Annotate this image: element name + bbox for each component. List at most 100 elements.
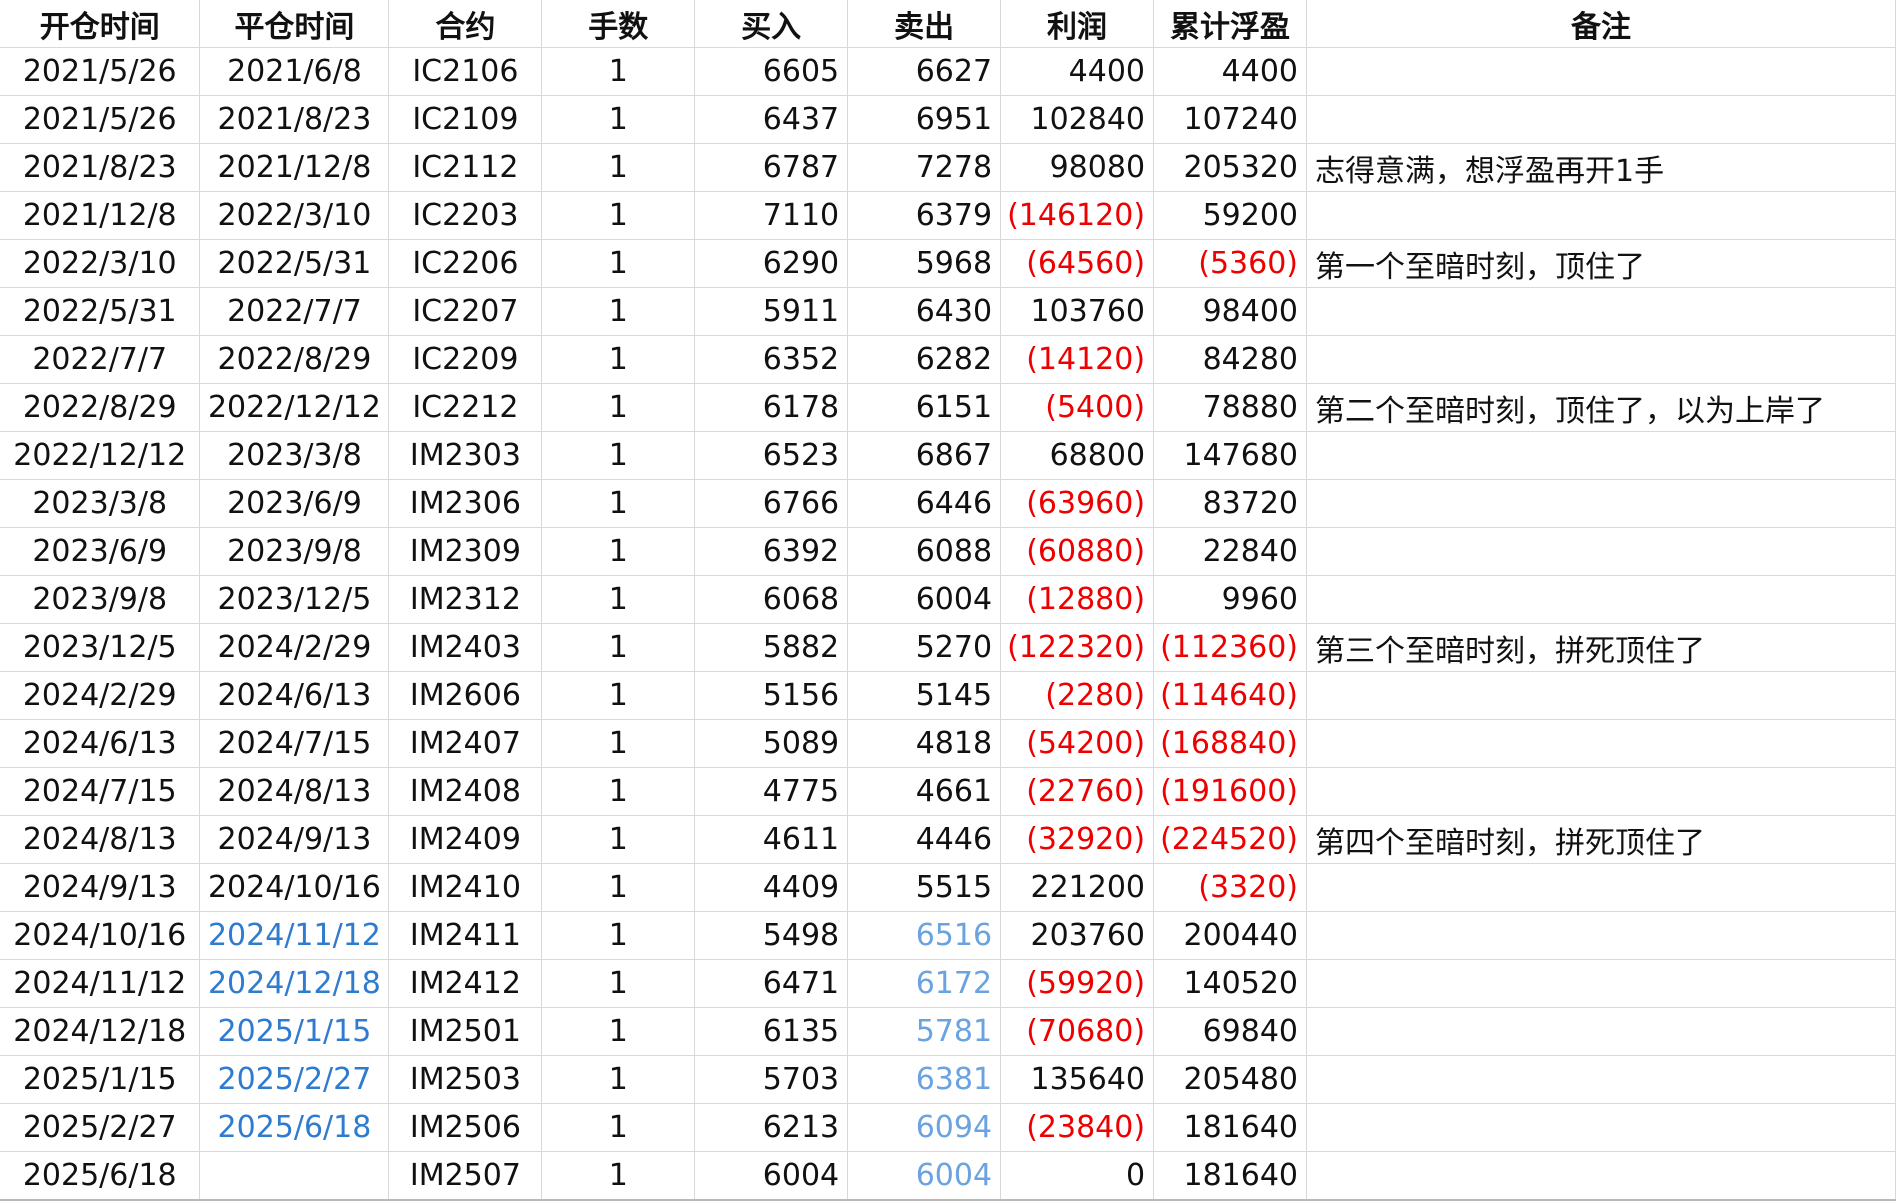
cell-buy[interactable]: 6766: [694, 479, 849, 528]
cell-note[interactable]: [1306, 431, 1896, 480]
cell-contract[interactable]: IC2109: [388, 95, 543, 144]
cell-open-time[interactable]: 2023/9/8: [0, 575, 201, 624]
cell-lots[interactable]: 1: [541, 575, 696, 624]
cell-close-time[interactable]: 2024/9/13: [199, 815, 390, 864]
cell-profit[interactable]: 135640: [1000, 1055, 1155, 1104]
cell-close-time[interactable]: 2022/3/10: [199, 191, 390, 240]
cell-contract[interactable]: IM2409: [388, 815, 543, 864]
cell-contract[interactable]: IM2408: [388, 767, 543, 816]
cell-cumulative[interactable]: 69840: [1153, 1007, 1308, 1056]
cell-note[interactable]: 第二个至暗时刻，顶住了，以为上岸了: [1306, 383, 1896, 432]
cell-profit[interactable]: (60880): [1000, 527, 1155, 576]
cell-profit[interactable]: (14120): [1000, 335, 1155, 384]
cell-contract[interactable]: IM2506: [388, 1103, 543, 1152]
cell-open-time[interactable]: 2023/6/9: [0, 527, 201, 576]
cell-lots[interactable]: 1: [541, 239, 696, 288]
cell-sell[interactable]: 6282: [847, 335, 1002, 384]
cell-profit[interactable]: (146120): [1000, 191, 1155, 240]
cell-sell[interactable]: 4818: [847, 719, 1002, 768]
cell-profit[interactable]: 4400: [1000, 47, 1155, 96]
cell-cumulative[interactable]: 4400: [1153, 47, 1308, 96]
cell-cumulative[interactable]: 83720: [1153, 479, 1308, 528]
cell-close-time[interactable]: 2021/12/8: [199, 143, 390, 192]
cell-buy[interactable]: 5911: [694, 287, 849, 336]
cell-profit[interactable]: (122320): [1000, 623, 1155, 672]
cell-cumulative[interactable]: 200440: [1153, 911, 1308, 960]
cell-contract[interactable]: IC2106: [388, 47, 543, 96]
cell-profit[interactable]: (64560): [1000, 239, 1155, 288]
cell-close-time[interactable]: 2022/7/7: [199, 287, 390, 336]
header-note[interactable]: 备注: [1306, 0, 1896, 48]
cell-contract[interactable]: IM2503: [388, 1055, 543, 1104]
cell-open-time[interactable]: 2024/2/29: [0, 671, 201, 720]
cell-lots[interactable]: 1: [541, 1103, 696, 1152]
cell-profit[interactable]: (70680): [1000, 1007, 1155, 1056]
cell-open-time[interactable]: 2024/10/16: [0, 911, 201, 960]
cell-close-time[interactable]: 2021/6/8: [199, 47, 390, 96]
cell-close-time[interactable]: 2024/6/13: [199, 671, 390, 720]
cell-profit[interactable]: 98080: [1000, 143, 1155, 192]
cell-profit[interactable]: 203760: [1000, 911, 1155, 960]
cell-profit[interactable]: (63960): [1000, 479, 1155, 528]
cell-close-time[interactable]: 2024/10/16: [199, 863, 390, 912]
cell-sell[interactable]: 6379: [847, 191, 1002, 240]
cell-sell[interactable]: 6430: [847, 287, 1002, 336]
cell-close-time[interactable]: 2025/1/15: [199, 1007, 390, 1056]
cell-open-time[interactable]: 2021/8/23: [0, 143, 201, 192]
cell-contract[interactable]: IM2606: [388, 671, 543, 720]
cell-close-time[interactable]: 2022/12/12: [199, 383, 390, 432]
cell-contract[interactable]: IM2309: [388, 527, 543, 576]
cell-open-time[interactable]: 2022/5/31: [0, 287, 201, 336]
header-cumulative[interactable]: 累计浮盈: [1153, 0, 1308, 48]
cell-close-time[interactable]: 2024/2/29: [199, 623, 390, 672]
cell-lots[interactable]: 1: [541, 623, 696, 672]
cell-cumulative[interactable]: 98400: [1153, 287, 1308, 336]
header-sell[interactable]: 卖出: [847, 0, 1002, 48]
cell-buy[interactable]: 6004: [694, 1151, 849, 1201]
cell-close-time[interactable]: 2022/8/29: [199, 335, 390, 384]
cell-cumulative[interactable]: 9960: [1153, 575, 1308, 624]
cell-cumulative[interactable]: 84280: [1153, 335, 1308, 384]
cell-sell[interactable]: 4661: [847, 767, 1002, 816]
cell-sell[interactable]: 6381: [847, 1055, 1002, 1104]
cell-note[interactable]: 第一个至暗时刻，顶住了: [1306, 239, 1896, 288]
cell-contract[interactable]: IC2209: [388, 335, 543, 384]
cell-buy[interactable]: 6213: [694, 1103, 849, 1152]
cell-profit[interactable]: 221200: [1000, 863, 1155, 912]
cell-sell[interactable]: 6516: [847, 911, 1002, 960]
cell-sell[interactable]: 6951: [847, 95, 1002, 144]
cell-lots[interactable]: 1: [541, 671, 696, 720]
cell-note[interactable]: 第四个至暗时刻，拼死顶住了: [1306, 815, 1896, 864]
cell-profit[interactable]: (12880): [1000, 575, 1155, 624]
cell-cumulative[interactable]: (114640): [1153, 671, 1308, 720]
cell-close-time[interactable]: 2023/3/8: [199, 431, 390, 480]
cell-sell[interactable]: 6627: [847, 47, 1002, 96]
cell-lots[interactable]: 1: [541, 143, 696, 192]
cell-sell[interactable]: 6172: [847, 959, 1002, 1008]
cell-lots[interactable]: 1: [541, 431, 696, 480]
cell-buy[interactable]: 5882: [694, 623, 849, 672]
cell-cumulative[interactable]: 181640: [1153, 1151, 1308, 1201]
cell-lots[interactable]: 1: [541, 815, 696, 864]
cell-lots[interactable]: 1: [541, 335, 696, 384]
cell-profit[interactable]: (23840): [1000, 1103, 1155, 1152]
cell-lots[interactable]: 1: [541, 767, 696, 816]
cell-profit[interactable]: 102840: [1000, 95, 1155, 144]
cell-close-time[interactable]: 2023/12/5: [199, 575, 390, 624]
cell-open-time[interactable]: 2022/3/10: [0, 239, 201, 288]
cell-close-time[interactable]: 2024/12/18: [199, 959, 390, 1008]
cell-lots[interactable]: 1: [541, 863, 696, 912]
cell-sell[interactable]: 6004: [847, 575, 1002, 624]
cell-close-time[interactable]: 2024/7/15: [199, 719, 390, 768]
cell-close-time[interactable]: 2024/11/12: [199, 911, 390, 960]
cell-note[interactable]: [1306, 863, 1896, 912]
cell-buy[interactable]: 4409: [694, 863, 849, 912]
cell-cumulative[interactable]: (191600): [1153, 767, 1308, 816]
cell-open-time[interactable]: 2021/5/26: [0, 95, 201, 144]
cell-lots[interactable]: 1: [541, 383, 696, 432]
cell-profit[interactable]: (59920): [1000, 959, 1155, 1008]
cell-note[interactable]: [1306, 527, 1896, 576]
cell-cumulative[interactable]: 205480: [1153, 1055, 1308, 1104]
cell-lots[interactable]: 1: [541, 1007, 696, 1056]
cell-close-time[interactable]: 2021/8/23: [199, 95, 390, 144]
